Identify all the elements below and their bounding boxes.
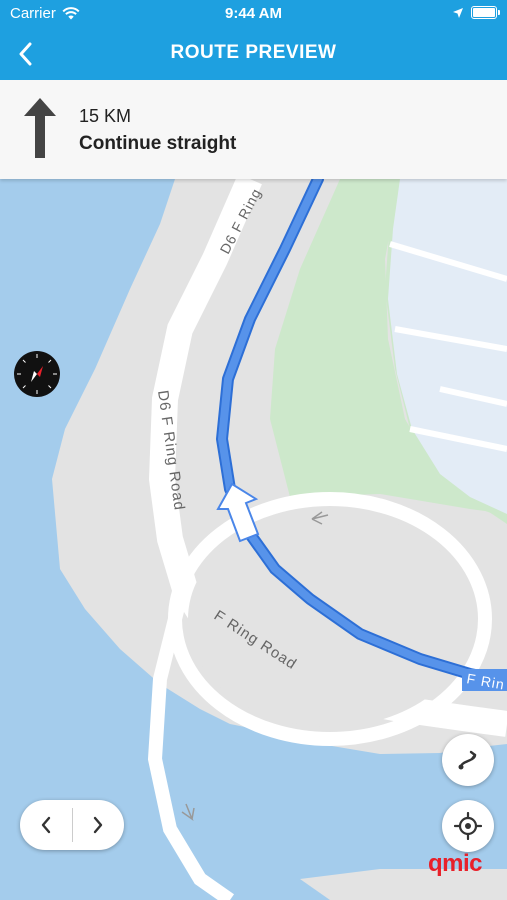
instruction-panel: 15 KM Continue straight xyxy=(0,80,507,179)
location-arrow-icon xyxy=(453,7,463,18)
prev-step-button[interactable] xyxy=(20,800,72,850)
locate-icon xyxy=(454,812,482,840)
page-title: ROUTE PREVIEW xyxy=(170,42,337,63)
qmic-logo: qmic xyxy=(428,850,483,877)
status-right xyxy=(453,6,500,19)
reroute-button[interactable] xyxy=(442,734,494,786)
step-pager xyxy=(20,800,124,850)
straight-arrow-icon xyxy=(24,98,56,158)
map-view[interactable]: D6 F Ring D6 F Ring Road F Ring Road F R… xyxy=(0,179,507,900)
battery-icon xyxy=(471,6,500,19)
status-time: 9:44 AM xyxy=(225,5,282,22)
compass-icon[interactable] xyxy=(13,350,61,398)
locate-me-button[interactable] xyxy=(442,800,494,852)
instruction-distance: 15 KM xyxy=(79,106,132,126)
instruction-text: Continue straight xyxy=(79,133,237,154)
chevron-left-icon xyxy=(41,816,50,834)
chevron-left-icon xyxy=(19,42,32,66)
next-step-button[interactable] xyxy=(73,800,125,850)
back-button[interactable] xyxy=(8,36,44,72)
nav-bar: ROUTE PREVIEW xyxy=(0,28,507,80)
map-canvas[interactable]: D6 F Ring D6 F Ring Road F Ring Road F R… xyxy=(0,179,507,900)
reroute-icon xyxy=(458,750,477,770)
status-bar: Carrier 9:44 AM xyxy=(0,0,507,28)
chevron-right-icon xyxy=(94,816,103,834)
